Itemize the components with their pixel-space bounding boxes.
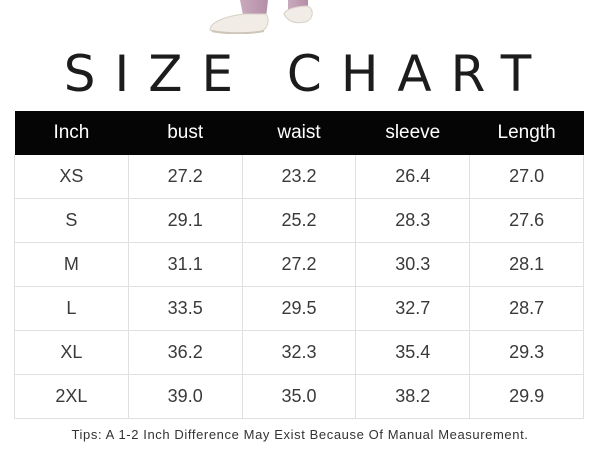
waist-cell: 35.0 — [241, 374, 357, 419]
sleeve-cell: 30.3 — [355, 242, 471, 287]
bust-cell: 29.1 — [127, 198, 243, 243]
length-cell: 29.3 — [469, 330, 584, 375]
measurement-tips-note: Tips: A 1-2 Inch Difference May Exist Be… — [71, 427, 529, 442]
waist-cell: 29.5 — [241, 286, 357, 331]
sleeve-cell: 26.4 — [355, 155, 471, 199]
table-header-row: Inch bust waist sleeve Length — [14, 111, 584, 155]
waist-cell: 23.2 — [241, 155, 357, 199]
sleeve-cell: 38.2 — [355, 374, 471, 419]
bust-cell: 33.5 — [127, 286, 243, 331]
shoe-left-icon — [209, 13, 269, 34]
size-cell: XL — [14, 330, 129, 375]
length-cell: 29.9 — [469, 374, 584, 419]
sleeve-cell: 28.3 — [355, 198, 471, 243]
bust-cell: 27.2 — [127, 155, 243, 199]
table-row: L 33.5 29.5 32.7 28.7 — [14, 286, 584, 331]
length-cell: 27.0 — [469, 155, 584, 199]
size-cell: M — [14, 242, 129, 287]
size-cell: L — [14, 286, 129, 331]
length-cell: 28.7 — [469, 286, 584, 331]
bust-cell: 39.0 — [127, 374, 243, 419]
table-row: S 29.1 25.2 28.3 27.6 — [14, 198, 584, 243]
sleeve-cell: 32.7 — [355, 286, 471, 331]
length-cell: 28.1 — [469, 242, 584, 287]
header-cell: bust — [128, 111, 243, 155]
sleeve-cell: 35.4 — [355, 330, 471, 375]
header-cell: Length — [469, 111, 584, 155]
header-cell: waist — [242, 111, 356, 155]
table-row: M 31.1 27.2 30.3 28.1 — [14, 242, 584, 287]
size-cell: XS — [14, 155, 129, 199]
page-title: SIZE CHART — [63, 45, 551, 103]
length-cell: 27.6 — [469, 198, 584, 243]
table-row: 2XL 39.0 35.0 38.2 29.9 — [14, 374, 584, 419]
bust-cell: 36.2 — [127, 330, 243, 375]
table-row: XL 36.2 32.3 35.4 29.3 — [14, 330, 584, 375]
size-cell: S — [14, 198, 129, 243]
waist-cell: 27.2 — [241, 242, 357, 287]
table-row: XS 27.2 23.2 26.4 27.0 — [14, 155, 584, 199]
size-cell: 2XL — [14, 374, 129, 419]
product-photo-fragment — [209, 0, 313, 34]
size-chart-table: Inch bust waist sleeve Length XS 27.2 23… — [14, 111, 584, 419]
waist-cell: 32.3 — [241, 330, 357, 375]
waist-cell: 25.2 — [241, 198, 357, 243]
header-cell: Inch — [14, 111, 129, 155]
header-cell: sleeve — [355, 111, 470, 155]
bust-cell: 31.1 — [127, 242, 243, 287]
